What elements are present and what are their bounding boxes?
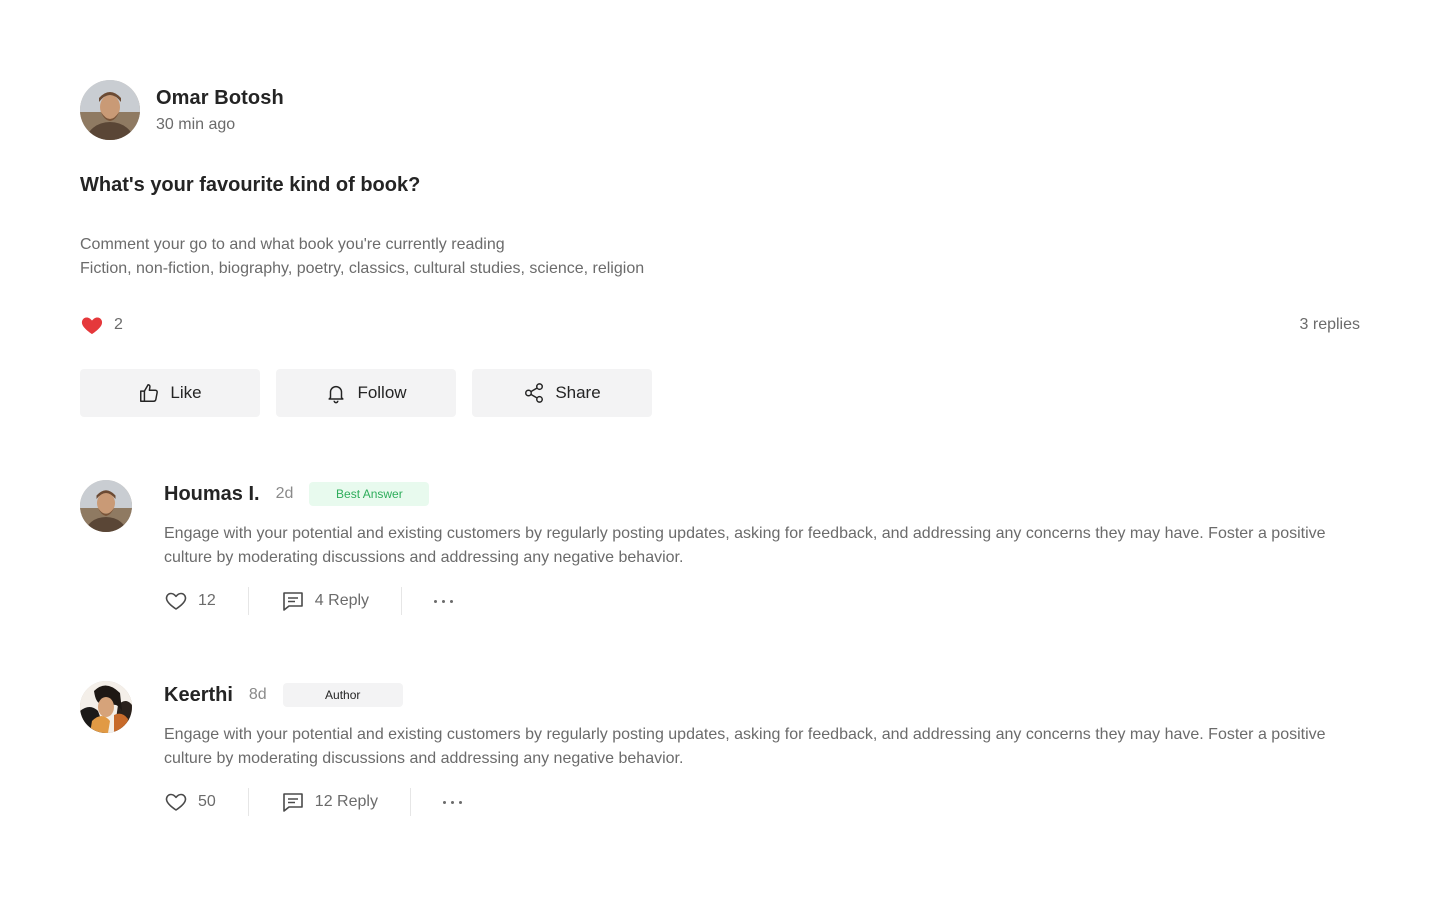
comment-header: Houmas I. 2d Best Answer	[164, 480, 1360, 508]
comment-like-button[interactable]: 50	[164, 790, 216, 814]
post-likes: 2	[80, 313, 123, 337]
avatar[interactable]	[80, 80, 140, 140]
share-button[interactable]: Share	[472, 369, 652, 417]
comment-author-name[interactable]: Houmas I.	[164, 483, 260, 506]
comment-icon	[282, 592, 303, 611]
comment-reply-label: 12 Reply	[314, 793, 378, 810]
post-actions: Like Follow Share	[80, 369, 1360, 417]
post-author-meta: Omar Botosh 30 min ago	[156, 87, 284, 134]
comment-content: Keerthi 8d Author Engage with your poten…	[164, 681, 1360, 817]
comment-like-button[interactable]: 12	[164, 589, 216, 613]
divider	[247, 788, 249, 816]
post-body-line: Fiction, non-fiction, biography, poetry,…	[80, 260, 645, 277]
more-icon[interactable]	[442, 797, 462, 808]
avatar-photo	[80, 681, 132, 733]
comment-actions: 50 12 Reply	[164, 787, 1360, 817]
heart-outline-icon	[165, 793, 187, 811]
comment-like-count: 12	[198, 592, 216, 609]
follow-button-label: Follow	[357, 383, 407, 402]
comment-age: 8d	[248, 686, 267, 703]
more-icon[interactable]	[434, 596, 454, 607]
bell-icon	[328, 385, 345, 404]
comment-reply-label: 4 Reply	[314, 592, 370, 609]
post-card: Omar Botosh 30 min ago What's your favou…	[80, 80, 1360, 417]
thumbs-up-icon	[140, 384, 159, 402]
divider	[247, 587, 249, 615]
avatar[interactable]	[80, 681, 132, 733]
comment-text: Engage with your potential and existing …	[164, 525, 1326, 566]
comment-item: Keerthi 8d Author Engage with your poten…	[80, 681, 1360, 817]
follow-button[interactable]: Follow	[276, 369, 456, 417]
comment-icon	[282, 793, 303, 812]
divider	[409, 788, 411, 816]
comment-reply-button[interactable]: 4 Reply	[281, 589, 369, 613]
post-replies-count[interactable]: 3 replies	[1300, 316, 1360, 334]
avatar-photo	[80, 480, 132, 532]
comment-item: Houmas I. 2d Best Answer Engage with you…	[80, 480, 1360, 616]
post-author-row: Omar Botosh 30 min ago	[80, 80, 1360, 140]
avatar-photo	[80, 80, 140, 140]
post-title: What's your favourite kind of book?	[80, 174, 421, 196]
comment-reply-button[interactable]: 12 Reply	[281, 790, 378, 814]
share-icon	[525, 383, 544, 403]
comment-age: 2d	[275, 485, 294, 502]
comment-content: Houmas I. 2d Best Answer Engage with you…	[164, 480, 1360, 616]
share-button-label: Share	[555, 383, 601, 402]
comment-header: Keerthi 8d Author	[164, 681, 1360, 709]
post-likes-count: 2	[114, 316, 123, 333]
post-stats-row: 2 3 replies	[80, 313, 1360, 337]
post-timestamp: 30 min ago	[156, 115, 236, 133]
post-body-line: Comment your go to and what book you're …	[80, 236, 505, 253]
comment-text: Engage with your potential and existing …	[164, 726, 1326, 767]
comment-actions: 12 4 Reply	[164, 586, 1360, 616]
comment-author-name[interactable]: Keerthi	[164, 684, 233, 707]
best-answer-badge: Best Answer	[309, 482, 430, 506]
post-author-name[interactable]: Omar Botosh	[156, 87, 284, 110]
like-button[interactable]: Like	[80, 369, 260, 417]
avatar[interactable]	[80, 480, 132, 532]
heart-outline-icon	[165, 592, 187, 610]
divider	[401, 587, 403, 615]
comment-like-count: 50	[198, 793, 216, 810]
like-button-label: Like	[170, 383, 202, 402]
heart-filled-icon	[81, 317, 103, 334]
post-body: Comment your go to and what book you're …	[80, 233, 1360, 281]
author-badge: Author	[282, 683, 403, 707]
